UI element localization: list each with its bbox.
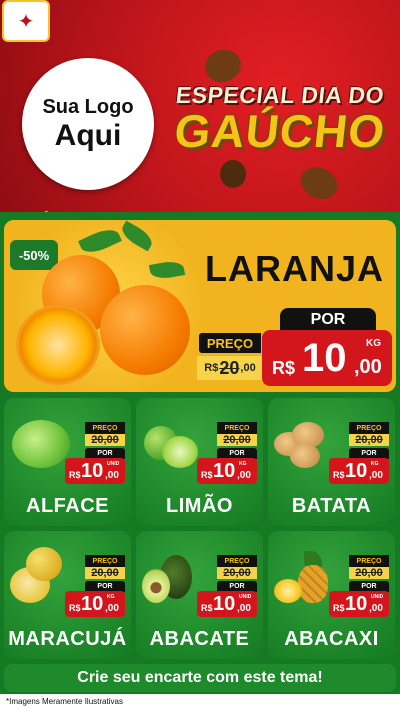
featured-product-name: LARANJA	[205, 248, 385, 289]
product-name: BATATA	[291, 495, 372, 517]
chimarrao-gourd-icon	[295, 161, 343, 205]
passion-fruit-image	[26, 547, 62, 581]
product-card-maracuja[interactable]: PREÇO 20,00 POR R$ 10 ,00 KG MARACUJÁ	[4, 531, 131, 659]
product-name: LIMÃO	[166, 495, 233, 517]
logo-placeholder[interactable]: Sua Logo Aqui	[22, 58, 154, 190]
create-flyer-button[interactable]: Crie seu encarte com este tema!	[4, 664, 396, 692]
product-card-limao[interactable]: PREÇO 20,00 POR R$ 10 ,00 KG LIMÃO	[136, 398, 263, 526]
orange-half	[16, 305, 100, 385]
featured-old-price: R$ 20,00	[197, 356, 263, 380]
pineapple-slice-image	[274, 579, 302, 603]
product-price: R$ 10 ,00 UNID	[65, 458, 125, 484]
product-name: ALFACE	[26, 495, 109, 517]
price-decimal: ,00	[354, 356, 382, 378]
product-price: R$ 10 ,00 KG	[197, 458, 257, 484]
product-card-abacate[interactable]: PREÇO 20,00 POR R$ 10 ,00 UNID ABACATE	[136, 531, 263, 659]
logo-text-line2: Aqui	[54, 118, 122, 152]
product-card-alface[interactable]: PREÇO 20,00 POR R$ 10 ,00 UNID ALFACE	[4, 398, 131, 526]
featured-price: R$ 10 ,00 KG	[262, 330, 392, 386]
chimarrao-gourd-icon	[220, 160, 246, 188]
header-banner: ✦ Sua Logo Aqui ESPECIAL DIA DO GAÚCHO	[0, 0, 400, 212]
featured-por-label: POR	[280, 308, 376, 332]
orange-fruit	[100, 285, 190, 375]
product-price: R$ 10 ,00 KG	[65, 591, 125, 617]
lime-half-image	[162, 436, 198, 468]
state-crest-icon: ✦	[2, 0, 50, 42]
product-name: ABACATE	[149, 628, 250, 650]
product-price: R$ 10 ,00 UNID	[197, 591, 257, 617]
lettuce-image	[12, 420, 70, 468]
price-integer: 10	[302, 336, 347, 380]
price-unit: KG	[366, 338, 381, 349]
disclaimer-text: *Imagens Meramente Ilustrativas	[6, 697, 123, 706]
product-name: ABACAXI	[284, 628, 379, 650]
product-card-batata[interactable]: PREÇO 20,00 POR R$ 10 ,00 KG BATATA	[268, 398, 395, 526]
product-price: R$ 10 ,00 UNID	[329, 591, 389, 617]
promo-title-line2: GAÚCHO	[172, 105, 388, 157]
discount-badge: -50%	[10, 240, 58, 270]
potato-image	[290, 444, 320, 468]
product-name: MARACUJÁ	[8, 628, 127, 650]
pineapple-image	[298, 565, 328, 603]
logo-text-line1: Sua Logo	[42, 95, 134, 118]
chimarrao-gourd-icon	[200, 44, 246, 88]
currency: R$	[272, 358, 296, 378]
promo-title: ESPECIAL DIA DO GAÚCHO	[165, 82, 395, 157]
product-card-abacaxi[interactable]: PREÇO 20,00 POR R$ 10 ,00 UNID ABACAXI	[268, 531, 395, 659]
featured-preco-label: PREÇO	[199, 333, 261, 353]
avocado-half-image	[142, 569, 170, 603]
product-price: R$ 10 ,00 KG	[329, 458, 389, 484]
